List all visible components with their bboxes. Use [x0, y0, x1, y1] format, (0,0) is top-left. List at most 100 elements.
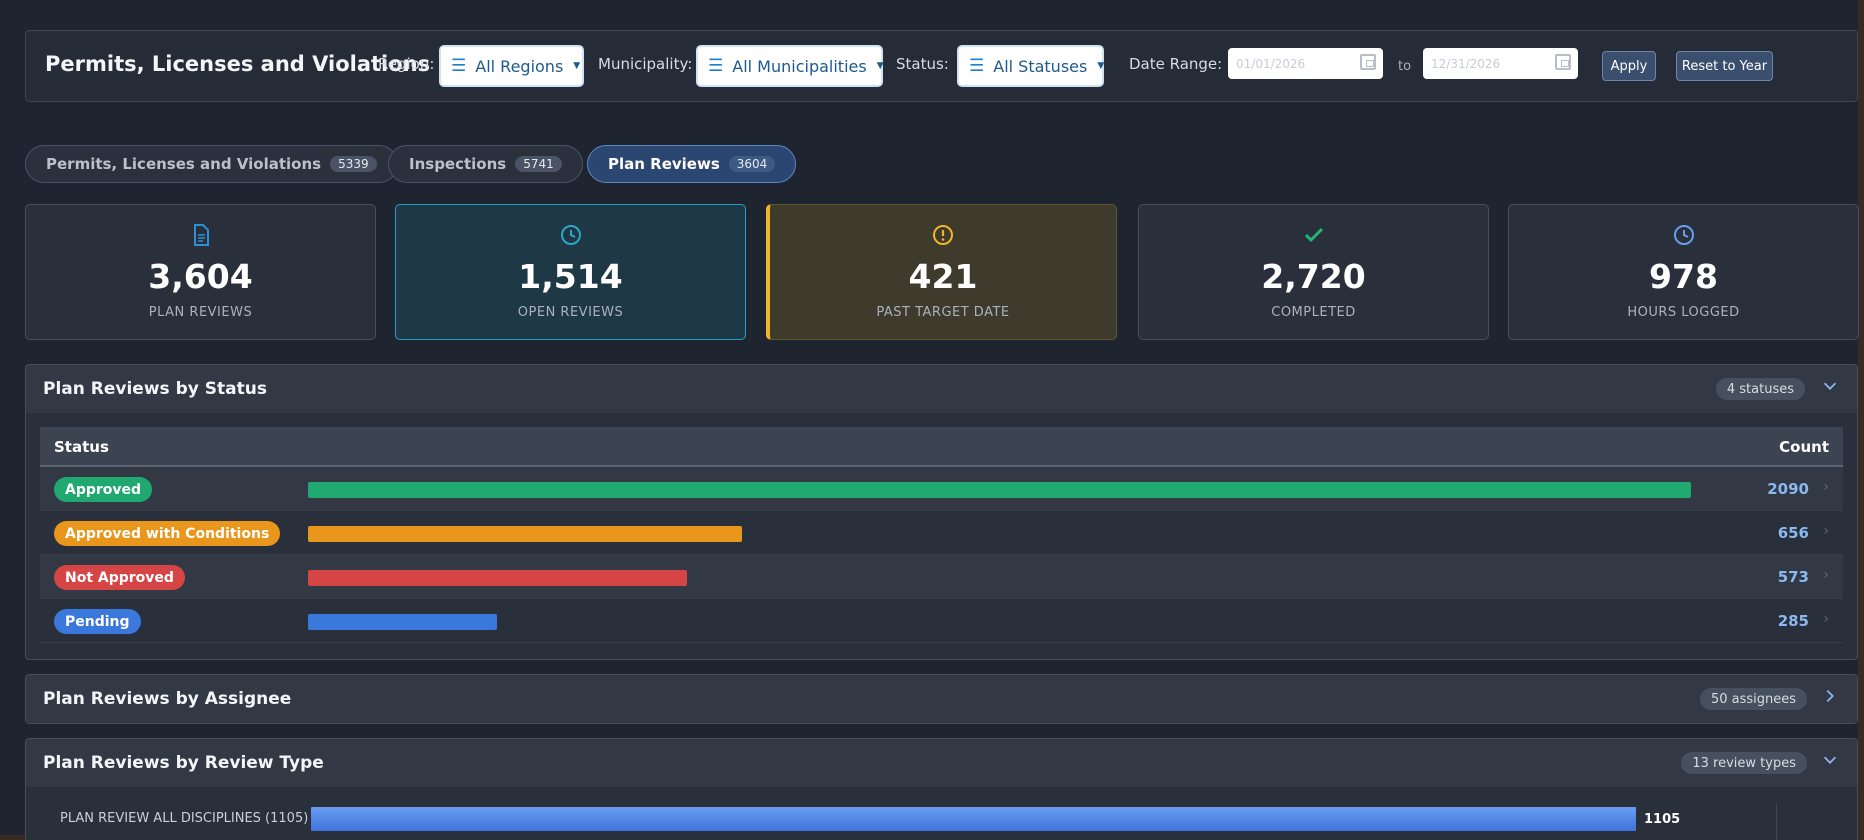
date-from-value: 01/01/2026	[1236, 56, 1306, 71]
status-count: 285	[1777, 612, 1809, 630]
tab-count-badge: 5339	[330, 156, 377, 172]
table-row[interactable]: Not Approved 573 ›	[40, 555, 1843, 599]
caret-down-icon: ▼	[573, 61, 581, 71]
kpi-value: 978	[1649, 257, 1718, 296]
document-icon	[26, 223, 375, 249]
status-bar	[308, 614, 497, 630]
table-row[interactable]: Approved with Conditions 656 ›	[40, 511, 1843, 555]
tab-count-badge: 3604	[728, 156, 776, 172]
tab-label: Permits, Licenses and Violations	[46, 155, 322, 173]
date-to-value: 12/31/2026	[1431, 56, 1501, 71]
region-label: Region:	[378, 55, 435, 73]
date-to-input[interactable]: 12/31/2026	[1423, 48, 1578, 79]
clock-icon	[396, 223, 745, 249]
tab-plan-reviews[interactable]: Plan Reviews 3604	[587, 145, 797, 183]
status-badge: Approved with Conditions	[54, 521, 281, 546]
chevron-right-icon[interactable]: ›	[1823, 611, 1829, 627]
assignee-panel: Plan Reviews by Assignee 50 assignees	[25, 674, 1858, 724]
calendar-icon[interactable]	[1555, 54, 1571, 70]
chevron-right-icon[interactable]: ›	[1823, 479, 1829, 495]
status-count: 656	[1777, 524, 1809, 542]
kpi-label: PAST TARGET DATE	[876, 305, 1010, 320]
date-range-label: Date Range:	[1129, 55, 1223, 73]
status-panel-header[interactable]: Plan Reviews by Status 4 statuses	[26, 365, 1857, 413]
chevron-right-icon[interactable]	[1821, 687, 1841, 709]
filter-bar: Permits, Licenses and Violations Region:…	[25, 30, 1858, 102]
table-row[interactable]: Pending 285 ›	[40, 599, 1843, 643]
checkmark-icon	[1139, 223, 1488, 249]
window-edge-right	[1858, 0, 1864, 840]
status-value: All Statuses	[993, 56, 1088, 76]
panel-title: Plan Reviews by Assignee	[43, 689, 292, 709]
table-header: Status Count	[40, 427, 1843, 467]
chevron-down-icon[interactable]	[1821, 751, 1841, 773]
review-type-value: 1105	[1644, 812, 1681, 827]
tab-label: Plan Reviews	[608, 155, 720, 173]
count-pill: 50 assignees	[1699, 688, 1807, 710]
kpi-past-target-date: 421 PAST TARGET DATE	[766, 204, 1117, 340]
kpi-value: 421	[908, 257, 978, 296]
reset-to-year-button[interactable]: Reset to Year	[1676, 51, 1773, 81]
column-header-status: Status	[54, 438, 109, 456]
status-badge: Not Approved	[54, 565, 185, 590]
review-type-panel-header[interactable]: Plan Reviews by Review Type 13 review ty…	[26, 739, 1857, 787]
municipality-value: All Municipalities	[732, 56, 867, 76]
tab-label: Inspections	[409, 155, 507, 173]
caret-down-icon: ▼	[876, 61, 884, 71]
panel-title: Plan Reviews by Review Type	[43, 753, 324, 773]
tab-inspections[interactable]: Inspections 5741	[388, 145, 583, 183]
date-from-input[interactable]: 01/01/2026	[1228, 48, 1383, 79]
table-row[interactable]: Approved 2090 ›	[40, 467, 1843, 511]
calendar-icon[interactable]	[1360, 54, 1376, 70]
region-value: All Regions	[475, 56, 564, 76]
panel-title: Plan Reviews by Status	[43, 379, 267, 399]
status-bar	[308, 482, 1691, 498]
tab-permits[interactable]: Permits, Licenses and Violations 5339	[25, 145, 398, 183]
kpi-hours-logged: 978 HOURS LOGGED	[1508, 204, 1859, 340]
status-count: 2090	[1767, 480, 1809, 498]
list-icon: ☰	[708, 56, 724, 76]
list-icon: ☰	[451, 56, 467, 76]
kpi-plan-reviews: 3,604 PLAN REVIEWS	[25, 204, 376, 340]
review-type-bar	[311, 807, 1636, 831]
status-bar	[308, 570, 687, 586]
kpi-value: 3,604	[148, 257, 253, 296]
review-type-label: PLAN REVIEW ALL DISCIPLINES (1105)	[60, 811, 309, 826]
status-bar	[308, 526, 742, 542]
apply-button[interactable]: Apply	[1602, 51, 1656, 81]
chevron-right-icon[interactable]: ›	[1823, 523, 1829, 539]
kpi-label: COMPLETED	[1271, 305, 1356, 320]
list-icon: ☰	[969, 56, 985, 76]
caret-down-icon: ▼	[1097, 61, 1105, 71]
status-badge: Approved	[54, 477, 153, 502]
kpi-value: 1,514	[518, 257, 623, 296]
kpi-label: PLAN REVIEWS	[148, 305, 253, 320]
status-label: Status:	[896, 55, 949, 73]
count-pill: 13 review types	[1681, 752, 1807, 774]
kpi-label: HOURS LOGGED	[1627, 305, 1740, 320]
status-dropdown[interactable]: ☰ All Statuses ▼	[957, 45, 1104, 87]
page-title: Permits, Licenses and Violations	[45, 52, 431, 76]
status-count: 573	[1777, 568, 1809, 586]
review-type-row: PLAN REVIEW ALL DISCIPLINES (1105) 1105	[60, 807, 1820, 833]
tab-count-badge: 5741	[515, 156, 562, 172]
region-dropdown[interactable]: ☰ All Regions ▼	[439, 45, 584, 87]
assignee-panel-header[interactable]: Plan Reviews by Assignee 50 assignees	[26, 675, 1857, 723]
municipality-label: Municipality:	[598, 55, 693, 73]
chevron-right-icon[interactable]: ›	[1823, 567, 1829, 583]
kpi-completed: 2,720 COMPLETED	[1138, 204, 1489, 340]
kpi-label: OPEN REVIEWS	[517, 305, 624, 320]
warning-icon	[770, 223, 1116, 249]
column-header-count: Count	[1779, 438, 1829, 456]
clock-icon	[1509, 223, 1858, 249]
kpi-value: 2,720	[1261, 257, 1366, 296]
kpi-open-reviews: 1,514 OPEN REVIEWS	[395, 204, 746, 340]
status-table: Status Count Approved 2090 › Approved with …	[40, 427, 1843, 643]
divider	[1776, 803, 1777, 840]
status-badge: Pending	[54, 609, 141, 634]
count-pill: 4 statuses	[1715, 378, 1805, 400]
to-label: to	[1398, 59, 1412, 74]
municipality-dropdown[interactable]: ☰ All Municipalities ▼	[696, 45, 884, 87]
status-panel: Plan Reviews by Status 4 statuses Status…	[25, 364, 1858, 660]
chevron-down-icon[interactable]	[1821, 377, 1841, 399]
